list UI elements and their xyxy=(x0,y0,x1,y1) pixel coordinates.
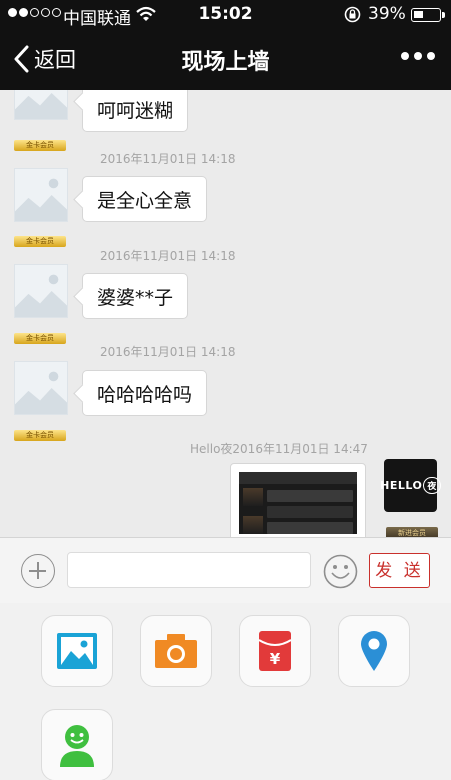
page-title: 现场上墙 xyxy=(181,50,270,75)
tools-panel: ¥ xyxy=(0,603,451,780)
message-text: 是全心全意 xyxy=(97,189,193,212)
tool-camera-button[interactable] xyxy=(140,615,212,687)
member-badge: 金卡会员 xyxy=(14,140,66,151)
red-packet-icon: ¥ xyxy=(258,631,292,671)
message-bubble[interactable]: 婆婆**子 xyxy=(82,273,189,319)
emoji-icon[interactable] xyxy=(323,554,358,589)
image-icon xyxy=(57,633,97,669)
avatar[interactable] xyxy=(14,90,68,120)
member-badge: 金卡会员 xyxy=(14,430,66,441)
message-bubble[interactable]: 呵呵迷糊 xyxy=(82,90,189,132)
svg-text:¥: ¥ xyxy=(270,650,281,668)
member-badge: 金卡会员 xyxy=(14,333,66,344)
avatar[interactable] xyxy=(14,168,68,222)
message-input[interactable] xyxy=(67,552,311,588)
member-badge: 新进会员 xyxy=(386,527,438,537)
battery-icon xyxy=(411,8,445,22)
contact-icon xyxy=(60,725,94,767)
message-timestamp: 2016年11月01日 14:18 xyxy=(100,152,236,166)
rotation-lock-icon xyxy=(344,6,361,23)
avatar-logo-text: HELLO xyxy=(380,479,423,492)
message-bubble[interactable]: 是全心全意 xyxy=(82,176,208,222)
image-placeholder-icon xyxy=(15,362,67,414)
image-message[interactable] xyxy=(230,463,366,537)
screenshot-thumbnail xyxy=(239,472,357,534)
avatar[interactable] xyxy=(14,264,68,318)
camera-icon xyxy=(155,634,197,668)
message-text: 呵呵迷糊 xyxy=(97,99,174,122)
send-button[interactable]: 发 送 xyxy=(369,553,430,588)
location-icon xyxy=(361,631,387,671)
tool-image-button[interactable] xyxy=(41,615,113,687)
avatar-logo-ring: 夜 xyxy=(423,477,441,494)
image-placeholder-icon xyxy=(15,169,67,221)
message-text: 婆婆**子 xyxy=(97,286,174,309)
nav-bar: 返回 现场上墙 xyxy=(0,30,451,90)
tool-location-button[interactable] xyxy=(338,615,410,687)
more-icon[interactable] xyxy=(401,52,435,60)
message-timestamp: 2016年11月01日 14:18 xyxy=(100,249,236,263)
message-timestamp: Hello夜2016年11月01日 14:47 xyxy=(190,442,368,456)
message-bubble[interactable]: 哈哈哈哈吗 xyxy=(82,370,208,416)
avatar[interactable] xyxy=(14,361,68,415)
chat-list[interactable]: 呵呵迷糊 金卡会员 2016年11月01日 14:18 是全心全意 金卡会员 2… xyxy=(0,90,451,537)
member-badge: 金卡会员 xyxy=(14,236,66,247)
tool-red-packet-button[interactable]: ¥ xyxy=(239,615,311,687)
battery-percentage: 39% xyxy=(368,4,406,24)
status-bar: 中国联通 15:02 39% xyxy=(0,0,451,30)
plus-icon[interactable] xyxy=(21,554,55,588)
tool-contact-button[interactable] xyxy=(41,709,113,780)
image-placeholder-icon xyxy=(15,90,67,119)
message-timestamp: 2016年11月01日 14:18 xyxy=(100,345,236,359)
message-text: 哈哈哈哈吗 xyxy=(97,383,193,406)
image-placeholder-icon xyxy=(15,265,67,317)
composer-bar: 发 送 xyxy=(0,537,451,603)
self-avatar[interactable]: HELLO 夜 xyxy=(380,459,441,512)
